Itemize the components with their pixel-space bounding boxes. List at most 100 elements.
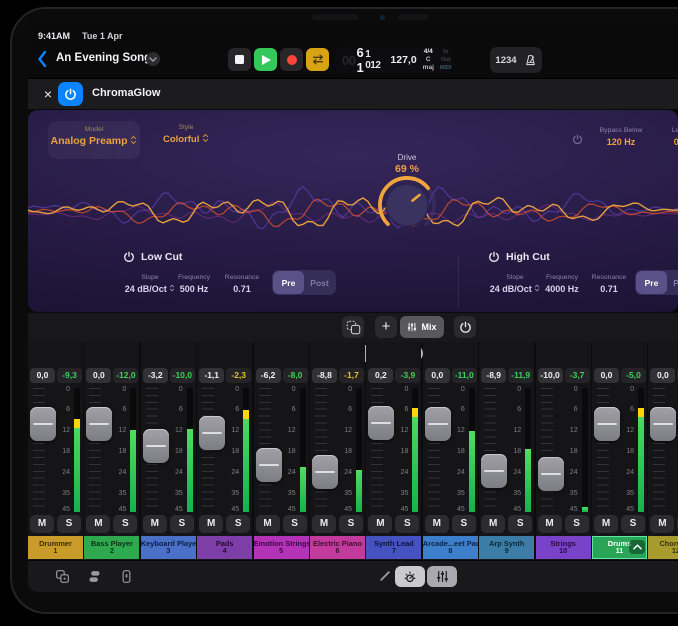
model-selector[interactable]: Model Analog Preamp: [48, 121, 140, 159]
solo-button[interactable]: S: [452, 515, 476, 533]
high-cut-title: High Cut: [506, 251, 550, 263]
channel-volume-value[interactable]: 0,2: [368, 368, 393, 383]
channel-peak-value: -11,0: [452, 368, 477, 383]
back-button[interactable]: [36, 50, 52, 70]
solo-button[interactable]: S: [339, 515, 363, 533]
close-plugin-button[interactable]: ×: [40, 86, 56, 102]
channel-volume-value[interactable]: 0,0: [425, 368, 450, 383]
duplicate-icon[interactable]: [55, 569, 71, 585]
meter-scale-tick: 45: [279, 506, 296, 513]
add-track-button[interactable]: +: [375, 316, 397, 338]
mute-button[interactable]: M: [481, 515, 505, 533]
track-name-label[interactable]: Chorus V12: [648, 536, 678, 559]
meter-scale-tick: 6: [561, 406, 578, 413]
audio-device-icon[interactable]: [119, 569, 135, 585]
bottom-toolbar: [28, 560, 678, 592]
lcd-display[interactable]: 00 6 1 1 012 127,0 4/4 C maj In Out MIDI: [335, 47, 452, 73]
plugin-power-button[interactable]: [58, 82, 83, 106]
position-ghost-digits: 00: [342, 53, 355, 68]
style-selector[interactable]: Style Colorful: [158, 124, 214, 145]
bypass-below-control[interactable]: Bypass Below 120 Hz: [588, 127, 654, 147]
mute-button[interactable]: M: [86, 515, 110, 533]
mute-button[interactable]: M: [256, 515, 280, 533]
mute-button[interactable]: M: [199, 515, 223, 533]
pencil-edit-icon[interactable]: [378, 568, 394, 584]
song-menu-button[interactable]: [146, 52, 160, 66]
solo-button[interactable]: S: [57, 515, 81, 533]
meter-scale-tick: 24: [222, 469, 239, 476]
channel-volume-value[interactable]: -3,2: [143, 368, 168, 383]
play-button[interactable]: [254, 48, 277, 71]
channel-volume-value[interactable]: -8,8: [312, 368, 337, 383]
pre-button[interactable]: Pre: [273, 271, 304, 294]
post-button[interactable]: Post: [304, 271, 335, 294]
mute-button[interactable]: M: [30, 515, 54, 533]
solo-button[interactable]: S: [508, 515, 532, 533]
low-cut-power-button[interactable]: [123, 250, 135, 268]
fader-handle[interactable]: [143, 429, 169, 463]
high-cut-resonance[interactable]: Resonance 0.71: [577, 274, 641, 294]
mute-button[interactable]: M: [312, 515, 336, 533]
mixer-power-button[interactable]: [454, 316, 476, 338]
track-name-label[interactable]: Strings10: [536, 536, 591, 559]
track-name-label[interactable]: Pads4: [197, 536, 252, 559]
media-browser-icon[interactable]: [87, 569, 103, 585]
stop-button[interactable]: [228, 48, 251, 71]
meter-scale-tick: 35: [222, 490, 239, 497]
track-name-label[interactable]: Arp Synth9: [479, 536, 534, 559]
mute-button[interactable]: M: [650, 515, 674, 533]
channel-volume-value[interactable]: -1,1: [199, 368, 224, 383]
meter-scale-tick: 45: [335, 506, 352, 513]
solo-button[interactable]: S: [113, 515, 137, 533]
high-cut-power-button[interactable]: [488, 250, 500, 268]
channel-volume-value[interactable]: 0,0: [30, 368, 55, 383]
channel-volume-value[interactable]: 0,0: [594, 368, 619, 383]
meter-scale-tick: 6: [279, 406, 296, 413]
solo-button[interactable]: S: [226, 515, 250, 533]
mute-button[interactable]: M: [538, 515, 562, 533]
pre-button[interactable]: Pre: [636, 271, 667, 294]
record-button[interactable]: [280, 48, 303, 71]
level-control[interactable]: Level 0.0: [658, 127, 678, 147]
track-name-label[interactable]: Emotion Strings5: [254, 536, 309, 559]
paste-settings-button[interactable]: [342, 316, 364, 338]
post-button[interactable]: Post: [667, 271, 678, 294]
stop-icon: [235, 55, 244, 64]
cycle-button[interactable]: [306, 48, 329, 71]
channel-volume-value[interactable]: 0,0: [650, 368, 675, 383]
mute-button[interactable]: M: [143, 515, 167, 533]
track-name-label[interactable]: Drummer1: [28, 536, 83, 559]
count-in-button[interactable]: 1234: [495, 55, 516, 66]
mute-button[interactable]: M: [425, 515, 449, 533]
track-name-label[interactable]: Synth Lead7: [366, 536, 421, 559]
drive-knob[interactable]: [375, 173, 439, 237]
collapse-chevron-button[interactable]: [629, 540, 645, 554]
plugin-view-button[interactable]: [395, 566, 425, 587]
chevron-up-icon: [633, 544, 642, 550]
solo-button[interactable]: S: [565, 515, 589, 533]
track-name-label[interactable]: Bass Player2: [84, 536, 139, 559]
low-cut-resonance[interactable]: Resonance 0.71: [210, 274, 274, 294]
bypass-power-button[interactable]: [572, 132, 583, 150]
solo-button[interactable]: S: [170, 515, 194, 533]
mute-button[interactable]: M: [594, 515, 618, 533]
channel-volume-value[interactable]: -8,9: [481, 368, 506, 383]
cycle-loop-icon: [311, 53, 325, 66]
level-meter: [412, 388, 418, 512]
mixer-view-button[interactable]: [427, 566, 457, 587]
channel-volume-value[interactable]: -10,0: [538, 368, 563, 383]
solo-button[interactable]: S: [395, 515, 419, 533]
track-name-label[interactable]: Drums11: [592, 536, 647, 559]
track-name-label[interactable]: Electric Piano6: [310, 536, 365, 559]
mix-view-toggle[interactable]: Mix: [400, 316, 444, 338]
metronome-icon[interactable]: [524, 54, 537, 67]
channel-volume-value[interactable]: -6,2: [256, 368, 281, 383]
mute-button[interactable]: M: [368, 515, 392, 533]
solo-button[interactable]: S: [283, 515, 307, 533]
solo-button[interactable]: S: [621, 515, 645, 533]
meter-scale-tick: 18: [109, 448, 126, 455]
song-title[interactable]: An Evening Song: [56, 52, 151, 64]
track-name-label[interactable]: Keyboard Player3: [141, 536, 196, 559]
track-name-label[interactable]: Arcade...eet Pad8: [423, 536, 478, 559]
channel-volume-value[interactable]: 0,0: [86, 368, 111, 383]
